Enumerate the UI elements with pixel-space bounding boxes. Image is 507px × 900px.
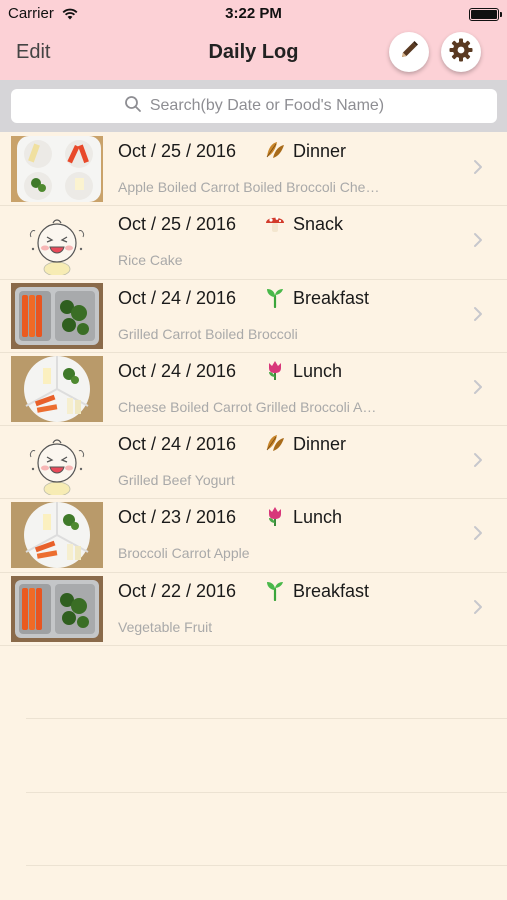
leaf-pair-icon bbox=[264, 139, 286, 161]
log-row[interactable]: Oct / 23 / 2016 Lunch Broccoli Carrot Appl… bbox=[0, 499, 507, 573]
log-row[interactable]: Oct / 25 / 2016 Dinner Apple Boiled Carrot… bbox=[0, 133, 507, 207]
meal-photo bbox=[11, 209, 103, 276]
search-icon bbox=[124, 95, 142, 118]
meal-photo bbox=[11, 575, 103, 642]
tulip-icon bbox=[264, 505, 286, 527]
entry-date: Oct / 24 / 2016 bbox=[118, 434, 237, 455]
chevron-right-icon bbox=[473, 525, 483, 546]
new-entry-button[interactable] bbox=[389, 32, 429, 72]
food-list: Cheese Boiled Carrot Grilled Broccoli A… bbox=[118, 398, 377, 415]
search-placeholder: Search(by Date or Food's Name) bbox=[149, 97, 385, 114]
empty-row-divider bbox=[26, 792, 507, 793]
meal-photo bbox=[11, 355, 103, 422]
meal-photo bbox=[11, 136, 103, 202]
meal-photo bbox=[11, 429, 103, 496]
entry-date: Oct / 22 / 2016 bbox=[118, 580, 237, 601]
entry-date: Oct / 24 / 2016 bbox=[118, 287, 237, 308]
battery-icon bbox=[469, 8, 502, 21]
clock: 3:22 PM bbox=[225, 5, 282, 22]
food-list: Apple Boiled Carrot Boiled Broccoli Che… bbox=[118, 179, 380, 195]
settings-button[interactable] bbox=[441, 32, 481, 72]
meal-type: Dinner bbox=[293, 434, 347, 455]
pencil-icon bbox=[398, 39, 420, 66]
empty-row-divider bbox=[26, 865, 507, 866]
sprout-icon bbox=[264, 579, 286, 601]
tulip-icon bbox=[264, 359, 286, 381]
chevron-right-icon bbox=[473, 306, 483, 327]
log-row[interactable]: Oct / 24 / 2016 Lunch Cheese Boiled Carrot… bbox=[0, 353, 507, 427]
search-input[interactable]: Search(by Date or Food's Name) bbox=[11, 89, 497, 123]
meal-type: Snack bbox=[293, 214, 344, 235]
meal-type: Breakfast bbox=[293, 580, 370, 601]
mushroom-icon bbox=[264, 212, 286, 234]
meal-type: Lunch bbox=[293, 360, 343, 381]
meal-type: Breakfast bbox=[293, 287, 370, 308]
entry-date: Oct / 25 / 2016 bbox=[118, 141, 237, 161]
search-bar: Search(by Date or Food's Name) bbox=[0, 80, 507, 132]
meal-photo bbox=[11, 282, 103, 349]
log-row[interactable]: Oct / 24 / 2016 Breakfast Grilled Carrot B… bbox=[0, 280, 507, 353]
chevron-right-icon bbox=[473, 232, 483, 253]
chevron-right-icon bbox=[473, 159, 483, 180]
page-title: Daily Log bbox=[208, 41, 299, 63]
food-list: Vegetable Fruit bbox=[118, 618, 213, 635]
food-list: Grilled Beef Yogurt bbox=[118, 472, 235, 489]
meal-photo bbox=[11, 502, 103, 569]
gear-icon bbox=[448, 37, 474, 68]
entry-date: Oct / 23 / 2016 bbox=[118, 507, 237, 528]
meal-type: Lunch bbox=[293, 507, 343, 528]
leaf-pair-icon bbox=[264, 432, 286, 454]
meal-type: Dinner bbox=[293, 141, 347, 161]
entry-date: Oct / 24 / 2016 bbox=[118, 360, 237, 381]
entry-date: Oct / 25 / 2016 bbox=[118, 214, 237, 235]
food-list: Broccoli Carrot Apple bbox=[118, 545, 250, 562]
chevron-right-icon bbox=[473, 379, 483, 400]
log-row[interactable]: Oct / 22 / 2016 Breakfast Vegetable Fruit bbox=[0, 573, 507, 647]
empty-row-divider bbox=[26, 718, 507, 719]
log-row[interactable]: Oct / 24 / 2016 Dinner Grilled Beef Yogurt bbox=[0, 426, 507, 500]
chevron-right-icon bbox=[473, 452, 483, 473]
food-list: Rice Cake bbox=[118, 252, 183, 269]
log-row[interactable]: Oct / 25 / 2016 Snack Rice Cake bbox=[0, 206, 507, 280]
food-list: Grilled Carrot Boiled Broccoli bbox=[118, 325, 298, 342]
navigation-bar: Edit Daily Log bbox=[0, 28, 507, 80]
sprout-icon bbox=[264, 286, 286, 308]
log-list: Oct / 25 / 2016 Dinner Apple Boiled Carrot… bbox=[0, 133, 507, 647]
status-bar: Carrier 3:22 PM bbox=[0, 0, 507, 28]
chevron-right-icon bbox=[473, 599, 483, 620]
